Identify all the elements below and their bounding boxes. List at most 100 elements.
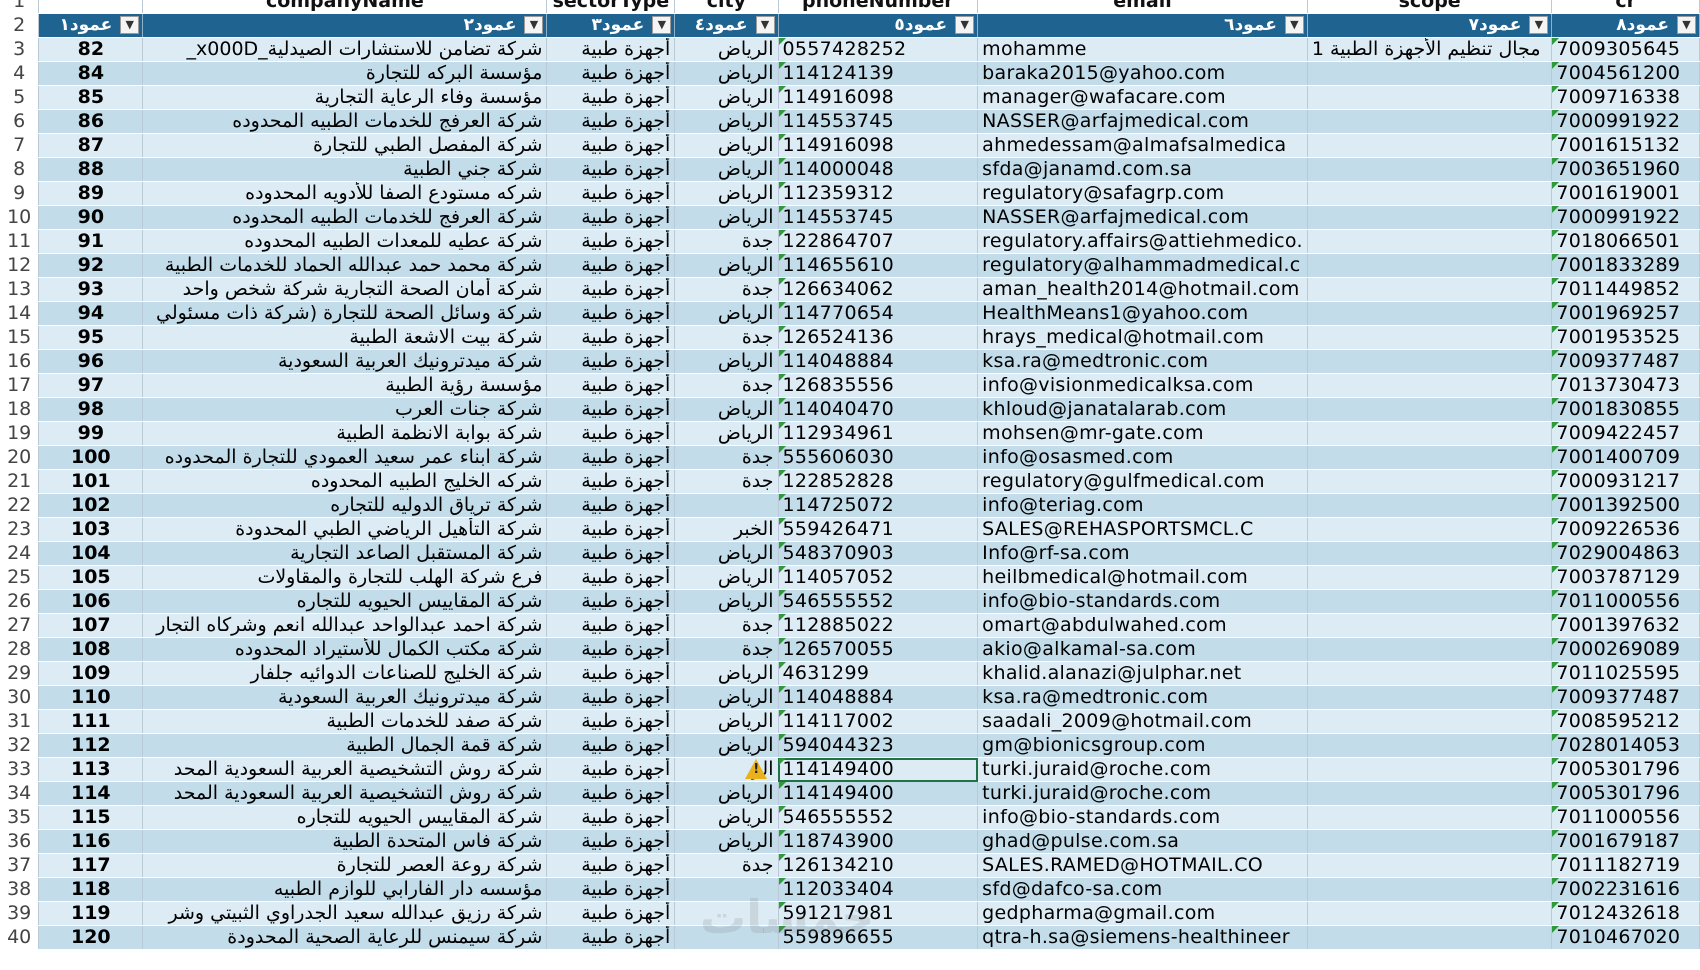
row-header[interactable]: 14	[0, 301, 40, 326]
cell-number[interactable]: 114	[38, 781, 144, 806]
cell-phone-number[interactable]: 559426471	[778, 517, 979, 542]
cell-cr[interactable]: 7000991922	[1551, 109, 1700, 134]
cell-number[interactable]: 101	[38, 469, 144, 494]
cell-number[interactable]: 87	[38, 133, 144, 158]
column-header-phoneNumber[interactable]: phoneNumber	[778, 0, 979, 14]
cell-email[interactable]: heilbmedical@hotmail.com	[977, 565, 1308, 590]
cell-scope[interactable]	[1307, 805, 1553, 830]
cell-sector-type[interactable]: أجهزة طبية	[546, 805, 676, 830]
cell-scope[interactable]: مجال تنظيم الأجهزة الطبية 1	[1307, 37, 1553, 62]
cell-scope[interactable]	[1307, 565, 1553, 590]
filter-header-col-b[interactable]: عمود٢ ▼	[142, 13, 548, 38]
cell-scope[interactable]	[1307, 853, 1553, 878]
row-header[interactable]: 30	[0, 685, 40, 710]
cell-company-name[interactable]: مؤسسة وفاء الرعاية التجارية	[142, 85, 548, 110]
cell-cr[interactable]: 7002231616	[1551, 877, 1700, 902]
cell-phone-number[interactable]: 122864707	[778, 229, 979, 254]
cell-phone-number[interactable]: 114048884	[778, 685, 979, 710]
cell-city[interactable]: جدة	[674, 853, 779, 878]
cell-company-name[interactable]: شركة جنات العرب	[142, 397, 548, 422]
cell-email[interactable]: khalid.alanazi@julphar.net	[977, 661, 1308, 686]
cell-sector-type[interactable]: أجهزة طبية	[546, 373, 676, 398]
cell-phone-number[interactable]: 114124139	[778, 61, 979, 86]
cell-sector-type[interactable]: أجهزة طبية	[546, 709, 676, 734]
row-header[interactable]: 11	[0, 229, 40, 254]
cell-company-name[interactable]: شركة فاس المتحدة الطبية	[142, 829, 548, 854]
cell-city[interactable]: الرياض	[674, 61, 779, 86]
cell-city[interactable]: جدة	[674, 325, 779, 350]
cell-sector-type[interactable]: أجهزة طبية	[546, 853, 676, 878]
cell-phone-number[interactable]: 112885022	[778, 613, 979, 638]
cell-city[interactable]: الرياض	[674, 349, 779, 374]
column-header-cr[interactable]: cr	[1551, 0, 1700, 14]
cell-email[interactable]: SALES@REHASPORTSMCL.C	[977, 517, 1308, 542]
cell-number[interactable]: 94	[38, 301, 144, 326]
row-header[interactable]: 20	[0, 445, 40, 470]
row-header[interactable]: 36	[0, 829, 40, 854]
cell-cr[interactable]: 7008595212	[1551, 709, 1700, 734]
cell-sector-type[interactable]: أجهزة طبية	[546, 109, 676, 134]
cell-scope[interactable]	[1307, 157, 1553, 182]
cell-cr[interactable]: 7018066501	[1551, 229, 1700, 254]
cell-email[interactable]: sfda@janamd.com.sa	[977, 157, 1308, 182]
cell-number[interactable]: 112	[38, 733, 144, 758]
cell-number[interactable]: 96	[38, 349, 144, 374]
cell-cr[interactable]: 7000931217	[1551, 469, 1700, 494]
cell-email[interactable]: saadali_2009@hotmail.com	[977, 709, 1308, 734]
cell-city[interactable]	[674, 493, 779, 518]
cell-city[interactable]: الرياض	[674, 829, 779, 854]
cell-cr[interactable]: 7009716338	[1551, 85, 1700, 110]
cell-scope[interactable]	[1307, 877, 1553, 902]
row-header[interactable]: 1	[0, 0, 40, 14]
cell-cr[interactable]: 7001679187	[1551, 829, 1700, 854]
cell-city[interactable]: الرياض	[674, 709, 779, 734]
cell-sector-type[interactable]: أجهزة طبية	[546, 589, 676, 614]
cell-sector-type[interactable]: أجهزة طبية	[546, 253, 676, 278]
cell-number[interactable]: 100	[38, 445, 144, 470]
cell-number[interactable]: 117	[38, 853, 144, 878]
cell-number[interactable]: 111	[38, 709, 144, 734]
cell-email[interactable]: regulatory@safagrp.com	[977, 181, 1308, 206]
cell-phone-number[interactable]: 126570055	[778, 637, 979, 662]
cell-company-name[interactable]: شركة رزيق عبدالله سعيد الجدراوي الثبيتي …	[142, 901, 548, 926]
cell-email[interactable]: info@visionmedicalksa.com	[977, 373, 1308, 398]
column-header-companyName[interactable]: companyName	[142, 0, 548, 14]
cell-scope[interactable]	[1307, 781, 1553, 806]
cell-phone-number[interactable]: 118743900	[778, 829, 979, 854]
cell-number[interactable]: 102	[38, 493, 144, 518]
row-header[interactable]: 16	[0, 349, 40, 374]
cell-phone-number[interactable]: 114048884	[778, 349, 979, 374]
cell-cr[interactable]: 7005301796	[1551, 781, 1700, 806]
filter-header-col-c[interactable]: عمود٣ ▼	[546, 13, 676, 38]
cell-phone-number[interactable]: 114916098	[778, 85, 979, 110]
cell-sector-type[interactable]: أجهزة طبية	[546, 661, 676, 686]
cell-city[interactable]: الرياض	[674, 37, 779, 62]
row-header[interactable]: 4	[0, 61, 40, 86]
filter-header-col-g[interactable]: عمود٧ ▼	[1307, 13, 1553, 38]
cell-scope[interactable]	[1307, 61, 1553, 86]
cell-phone-number[interactable]: 114057052	[778, 565, 979, 590]
cell-scope[interactable]	[1307, 325, 1553, 350]
cell-email[interactable]: baraka2015@yahoo.com	[977, 61, 1308, 86]
cell-email[interactable]: SALES.RAMED@HOTMAIL.CO	[977, 853, 1308, 878]
row-header[interactable]: 39	[0, 901, 40, 926]
cell-company-name[interactable]: شركة بوابة الانظمة الطبية	[142, 421, 548, 446]
cell-phone-number[interactable]: 114725072	[778, 493, 979, 518]
cell-sector-type[interactable]: أجهزة طبية	[546, 517, 676, 542]
cell-cr[interactable]: 7009377487	[1551, 349, 1700, 374]
filter-header-col-f[interactable]: عمود٦ ▼	[977, 13, 1308, 38]
cell-company-name[interactable]: شركة سيمنس للرعاية الصحية المحدودة	[142, 925, 548, 950]
cell-scope[interactable]	[1307, 901, 1553, 926]
cell-phone-number[interactable]: 112359312	[778, 181, 979, 206]
cell-city[interactable]: الرياض	[674, 157, 779, 182]
cell-company-name[interactable]: شركة العرفج للخدمات الطبيه المحدوده	[142, 109, 548, 134]
column-header-scope[interactable]: scope	[1307, 0, 1553, 14]
cell-email[interactable]: sfd@dafco-sa.com	[977, 877, 1308, 902]
row-header[interactable]: 35	[0, 805, 40, 830]
cell-scope[interactable]	[1307, 253, 1553, 278]
cell-scope[interactable]	[1307, 469, 1553, 494]
cell-scope[interactable]	[1307, 85, 1553, 110]
cell-company-name[interactable]: مؤسسة رؤية الطبية	[142, 373, 548, 398]
cell-company-name[interactable]: شركة صفد للخدمات الطبية	[142, 709, 548, 734]
row-header[interactable]: 19	[0, 421, 40, 446]
